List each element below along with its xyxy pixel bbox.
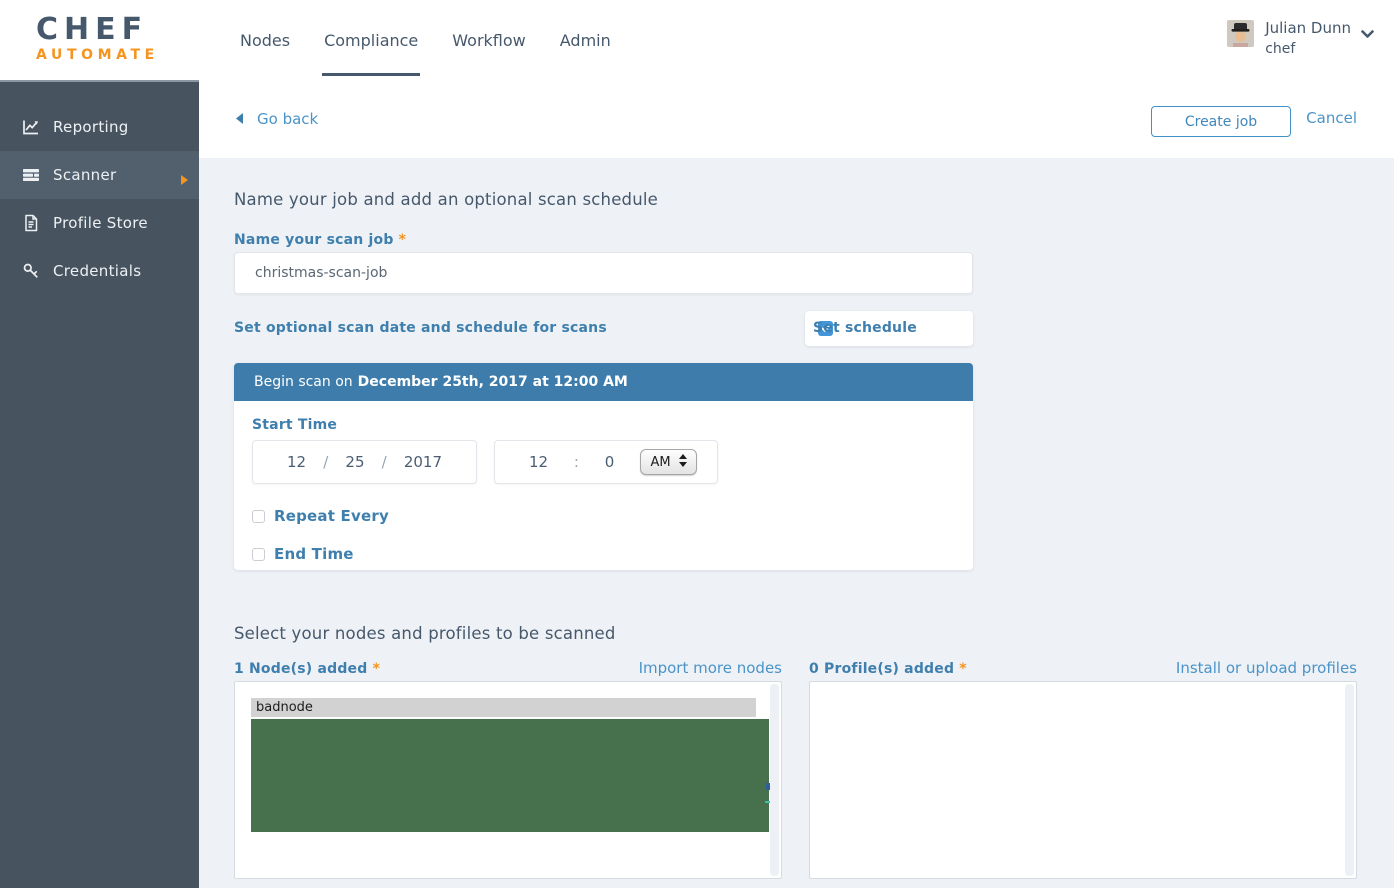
nav-tab-nodes[interactable]: Nodes xyxy=(240,0,307,80)
nodes-count-label: 1 Node(s) added * xyxy=(234,661,380,677)
time-input-group: 12 : 0 AM xyxy=(494,440,718,484)
schedule-card: Begin scan on December 25th, 2017 at 12:… xyxy=(234,363,973,570)
scan-job-name-label: Name your scan job * xyxy=(234,232,1357,248)
date-separator: / xyxy=(323,453,328,471)
chevron-down-icon xyxy=(1361,24,1374,43)
meridiem-select[interactable]: AM xyxy=(640,449,697,475)
day-field[interactable]: 25 xyxy=(345,453,364,471)
sidebar: Reporting Scanner xyxy=(0,80,199,888)
banner-prefix: Begin scan on xyxy=(254,374,353,390)
install-upload-profiles-link[interactable]: Install or upload profiles xyxy=(1176,659,1357,677)
hour-field[interactable]: 12 xyxy=(529,453,548,471)
minute-field[interactable]: 0 xyxy=(605,453,615,471)
profiles-scrollbar[interactable] xyxy=(1345,684,1354,876)
page-toolbar: Go back Create job Cancel xyxy=(199,80,1394,158)
import-more-nodes-link[interactable]: Import more nodes xyxy=(639,659,782,677)
selection-overlay xyxy=(251,719,769,832)
sidebar-item-label: Profile Store xyxy=(53,214,148,232)
document-icon xyxy=(22,214,40,232)
main-nav: Nodes Compliance Workflow Admin xyxy=(240,0,628,80)
scanner-icon xyxy=(22,166,40,184)
logo-automate-text: AUTOMATE xyxy=(36,47,159,63)
nodes-scrollbar[interactable] xyxy=(770,684,779,876)
nodes-listbox[interactable]: badnode xyxy=(234,681,782,879)
page-content: Name your job and add an optional scan s… xyxy=(199,158,1394,888)
active-arrow-icon xyxy=(181,171,188,189)
cancel-link[interactable]: Cancel xyxy=(1306,109,1357,127)
set-schedule-label: Set schedule xyxy=(813,320,917,336)
nav-tab-compliance[interactable]: Compliance xyxy=(307,0,435,80)
main-area: Go back Create job Cancel Name your job … xyxy=(199,80,1394,888)
profiles-listbox[interactable] xyxy=(809,681,1357,879)
key-icon xyxy=(22,262,40,280)
start-time-label: Start Time xyxy=(252,417,973,433)
schedule-banner: Begin scan on December 25th, 2017 at 12:… xyxy=(234,363,973,401)
end-time-row[interactable]: End Time xyxy=(252,545,973,563)
datetime-row: 12 / 25 / 2017 12 : 0 AM xyxy=(252,440,973,484)
user-menu[interactable]: Julian Dunn chef xyxy=(1227,18,1374,59)
user-name: Julian Dunn xyxy=(1265,18,1351,38)
node-list-item[interactable]: badnode xyxy=(251,698,756,717)
chart-icon xyxy=(22,118,40,136)
time-separator: : xyxy=(574,453,579,471)
sidebar-item-label: Reporting xyxy=(53,118,129,136)
year-field[interactable]: 2017 xyxy=(404,453,442,471)
date-separator: / xyxy=(382,453,387,471)
sidebar-item-scanner[interactable]: Scanner xyxy=(0,151,199,199)
repeat-every-checkbox[interactable] xyxy=(252,510,265,523)
date-input-group: 12 / 25 / 2017 xyxy=(252,440,477,484)
stepper-arrows-icon xyxy=(679,454,687,471)
create-job-button[interactable]: Create job xyxy=(1151,106,1291,137)
profiles-column: 0 Profile(s) added * Install or upload p… xyxy=(809,659,1357,879)
sidebar-item-profile-store[interactable]: Profile Store xyxy=(0,199,199,247)
end-time-label: End Time xyxy=(274,545,354,563)
nav-tab-admin[interactable]: Admin xyxy=(543,0,628,80)
schedule-option-label: Set optional scan date and schedule for … xyxy=(234,320,607,336)
schedule-option-row: Set optional scan date and schedule for … xyxy=(234,311,973,346)
nav-tab-workflow[interactable]: Workflow xyxy=(435,0,542,80)
schedule-card-body: Start Time 12 / 25 / 2017 12 : 0 xyxy=(234,401,973,570)
sidebar-item-reporting[interactable]: Reporting xyxy=(0,103,199,151)
chef-automate-logo[interactable]: CHEF AUTOMATE xyxy=(36,14,159,63)
user-org: chef xyxy=(1265,39,1351,59)
go-back-link[interactable]: Go back xyxy=(236,80,318,158)
sidebar-item-credentials[interactable]: Credentials xyxy=(0,247,199,295)
back-arrow-icon xyxy=(236,110,243,128)
required-marker: * xyxy=(373,661,381,677)
repeat-every-row[interactable]: Repeat Every xyxy=(252,507,973,525)
end-time-checkbox[interactable] xyxy=(252,548,265,561)
banner-date: December 25th, 2017 at 12:00 AM xyxy=(358,374,628,390)
avatar xyxy=(1227,20,1254,47)
profiles-count-label: 0 Profile(s) added * xyxy=(809,661,967,677)
repeat-every-label: Repeat Every xyxy=(274,507,389,525)
sidebar-item-label: Scanner xyxy=(53,166,116,184)
sidebar-item-label: Credentials xyxy=(53,262,141,280)
month-field[interactable]: 12 xyxy=(287,453,306,471)
nodes-section-heading: Select your nodes and profiles to be sca… xyxy=(234,624,1357,644)
nodes-column: 1 Node(s) added * Import more nodes badn… xyxy=(234,659,782,879)
job-section-heading: Name your job and add an optional scan s… xyxy=(234,190,1357,210)
set-schedule-toggle[interactable]: Set schedule xyxy=(805,311,973,346)
required-marker: * xyxy=(959,661,967,677)
logo-chef-text: CHEF xyxy=(36,14,159,46)
required-marker: * xyxy=(399,232,407,248)
scan-job-name-input[interactable] xyxy=(234,252,973,294)
top-header: CHEF AUTOMATE Nodes Compliance Workflow … xyxy=(0,0,1394,80)
nodes-profiles-columns: 1 Node(s) added * Import more nodes badn… xyxy=(234,659,1357,879)
chef-automate-app: CHEF AUTOMATE Nodes Compliance Workflow … xyxy=(0,0,1394,888)
